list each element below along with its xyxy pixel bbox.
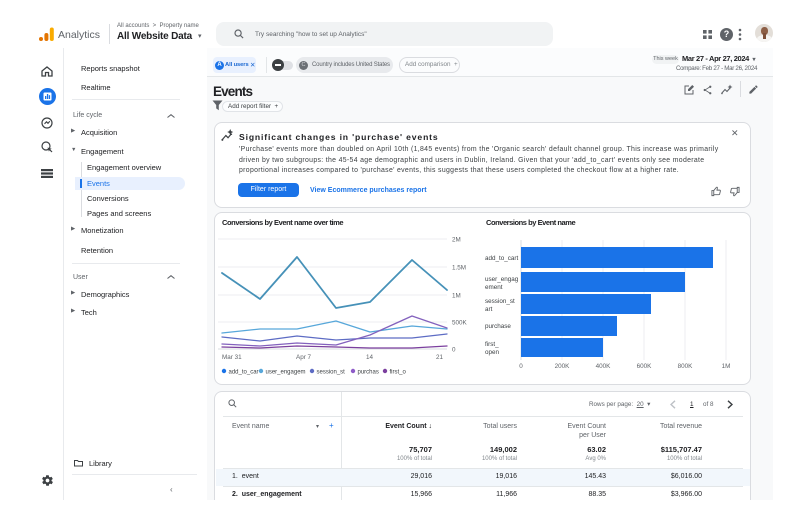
svg-text:1.5M: 1.5M — [452, 265, 466, 272]
svg-text:800K: 800K — [678, 363, 694, 370]
svg-text:ement: ement — [485, 284, 503, 291]
svg-text:2M: 2M — [452, 237, 461, 244]
svg-text:user_engag: user_engag — [485, 276, 519, 283]
svg-text:first_o: first_o — [390, 370, 407, 376]
svg-text:purchase: purchase — [485, 323, 511, 330]
svg-text:1M: 1M — [452, 293, 461, 300]
svg-text:14: 14 — [366, 354, 374, 361]
svg-text:art: art — [485, 306, 493, 313]
svg-text:session_st: session_st — [317, 370, 346, 376]
svg-text:open: open — [485, 349, 500, 356]
svg-text:Mar 31: Mar 31 — [222, 354, 242, 361]
svg-text:add_to_car: add_to_car — [229, 370, 259, 376]
svg-text:first_: first_ — [485, 341, 499, 348]
svg-text:0: 0 — [519, 363, 523, 370]
svg-text:500K: 500K — [452, 320, 468, 327]
svg-text:session_st: session_st — [485, 298, 515, 305]
svg-text:1M: 1M — [722, 363, 731, 370]
svg-text:Apr 7: Apr 7 — [296, 354, 312, 361]
svg-text:user_engagem: user_engagem — [266, 370, 306, 376]
svg-text:0: 0 — [452, 347, 456, 354]
svg-text:purchas: purchas — [358, 370, 379, 376]
svg-text:400K: 400K — [596, 363, 612, 370]
svg-text:200K: 200K — [555, 363, 571, 370]
svg-text:add_to_cart: add_to_cart — [485, 255, 519, 262]
svg-text:21: 21 — [436, 354, 444, 361]
svg-text:600K: 600K — [637, 363, 653, 370]
